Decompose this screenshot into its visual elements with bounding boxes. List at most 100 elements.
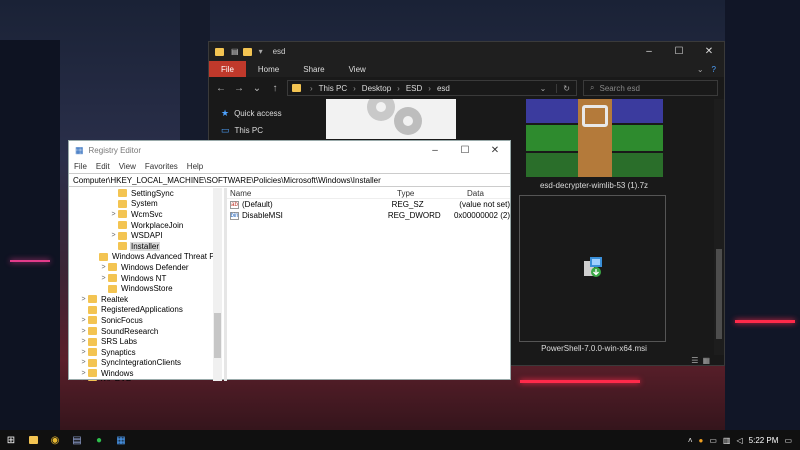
chevron-down-icon[interactable]: ▾ — [259, 47, 263, 56]
file-explorer-icon[interactable] — [22, 430, 44, 450]
breadcrumb-desktop[interactable]: Desktop — [362, 84, 391, 93]
registry-editor-taskbar-icon[interactable]: ▦ — [110, 430, 132, 450]
chevron-down-icon[interactable]: ⌄ — [251, 83, 263, 94]
tree-scrollbar[interactable] — [213, 188, 222, 381]
column-data[interactable]: Data — [467, 189, 510, 198]
column-type[interactable]: Type — [397, 189, 467, 198]
menu-file[interactable]: File — [74, 162, 87, 171]
tab-home[interactable]: Home — [246, 61, 291, 77]
chevron-right-icon[interactable]: > — [79, 380, 88, 381]
settings-gear-thumbnail[interactable] — [326, 93, 456, 139]
breadcrumb-esd[interactable]: esd — [437, 84, 450, 93]
menu-favorites[interactable]: Favorites — [145, 162, 178, 171]
tab-view[interactable]: View — [337, 61, 378, 77]
column-headers: Name Type Data — [227, 188, 510, 199]
up-arrow-icon[interactable]: ↑ — [269, 83, 281, 94]
column-name[interactable]: Name — [227, 189, 397, 198]
notifications-icon[interactable]: ▭ — [784, 436, 792, 445]
address-bar[interactable]: › This PC › Desktop › ESD › esd ⌄ ↻ — [287, 80, 577, 96]
minimize-button[interactable]: – — [420, 145, 450, 156]
maximize-button[interactable]: ☐ — [450, 145, 480, 156]
folder-icon — [292, 84, 301, 92]
chevron-right-icon[interactable]: > — [79, 359, 88, 366]
nav-item-quick-access[interactable]: ★ Quick access — [209, 105, 314, 122]
new-folder-icon[interactable] — [242, 47, 252, 56]
menu-edit[interactable]: Edit — [96, 162, 110, 171]
battery-icon[interactable]: ▭ — [709, 436, 717, 445]
menu-view[interactable]: View — [119, 162, 136, 171]
tree-item-label: System — [131, 199, 158, 209]
chevron-right-icon[interactable]: > — [79, 349, 88, 356]
chevron-right-icon[interactable]: > — [109, 211, 118, 218]
large-icons-view-icon[interactable]: ▦ — [702, 356, 710, 365]
tree-item[interactable]: > Realtek — [69, 294, 222, 305]
forward-arrow-icon[interactable]: → — [233, 83, 245, 94]
taskbar: ⊞ ◉ ▤ ● ▦ ˄ ● ▭ ▥ ◁ 5:22 PM ▭ — [0, 430, 800, 450]
properties-icon[interactable]: ▤ — [231, 47, 239, 56]
tree-item[interactable]: Windows Advanced Threat Prot — [69, 252, 222, 263]
tree-item[interactable]: SettingSync — [69, 188, 222, 199]
chevron-right-icon[interactable]: > — [99, 264, 108, 271]
tab-file[interactable]: File — [209, 61, 246, 77]
tree-item[interactable]: > SoundResearch — [69, 326, 222, 337]
volume-icon[interactable]: ◁ — [736, 436, 742, 445]
chevron-right-icon[interactable]: > — [79, 328, 88, 335]
tree-item[interactable]: > WSDAPI — [69, 230, 222, 241]
tab-share[interactable]: Share — [291, 61, 336, 77]
chevron-up-icon[interactable]: ˄ — [688, 436, 693, 445]
clock[interactable]: 5:22 PM — [749, 436, 779, 445]
breadcrumb-this-pc[interactable]: This PC — [319, 84, 347, 93]
tree-item[interactable]: > SyncIntegrationClients — [69, 358, 222, 369]
tree-item[interactable]: > Windows — [69, 368, 222, 379]
chevron-right-icon[interactable]: > — [79, 317, 88, 324]
tree-item[interactable]: > WcmSvc — [69, 209, 222, 220]
tree-item[interactable]: WindowsStore — [69, 283, 222, 294]
tree-item[interactable]: > WinRAR — [69, 379, 222, 381]
vpn-icon[interactable]: ● — [699, 436, 704, 445]
line-chat-icon[interactable]: ● — [88, 430, 110, 450]
tree-item[interactable]: System — [69, 199, 222, 210]
windows-start-icon[interactable]: ⊞ — [0, 430, 22, 450]
chevron-right-icon[interactable]: > — [79, 338, 88, 345]
tree-item[interactable]: WorkplaceJoin — [69, 220, 222, 231]
minimize-button[interactable]: – — [634, 46, 664, 57]
menu-help[interactable]: Help — [187, 162, 203, 171]
breadcrumb-esd-parent[interactable]: ESD — [406, 84, 422, 93]
folder-icon — [88, 379, 97, 381]
close-button[interactable]: ✕ — [694, 46, 724, 57]
folder-icon — [88, 295, 97, 304]
tree-item[interactable]: > Synaptics — [69, 347, 222, 358]
chevron-right-icon[interactable]: > — [79, 296, 88, 303]
chevron-right-icon[interactable]: > — [99, 275, 108, 282]
network-icon[interactable]: ▥ — [723, 436, 731, 445]
tree-item[interactable]: > SRS Labs — [69, 336, 222, 347]
close-button[interactable]: ✕ — [480, 145, 510, 156]
chevron-right-icon[interactable]: > — [109, 232, 118, 239]
vertical-scrollbar[interactable] — [714, 99, 724, 355]
refresh-icon[interactable]: ↻ — [556, 83, 576, 93]
chrome-icon[interactable]: ◉ — [44, 430, 66, 450]
tree-item[interactable]: RegisteredApplications — [69, 305, 222, 316]
chevron-down-icon[interactable]: ⌄ — [697, 65, 704, 74]
tree-item[interactable]: > Windows NT — [69, 273, 222, 284]
nav-item-this-pc[interactable]: ▭ This PC — [209, 122, 314, 139]
winrar-archive-icon[interactable] — [526, 99, 663, 177]
details-view-icon[interactable]: ☰ — [691, 356, 698, 365]
search-input[interactable]: ⌕ Search esd — [583, 80, 718, 96]
chevron-right-icon[interactable]: > — [79, 370, 88, 377]
file-tile-selected[interactable] — [519, 195, 666, 342]
chevron-down-icon[interactable]: ⌄ — [540, 84, 551, 93]
back-arrow-icon[interactable]: ← — [215, 83, 227, 94]
tree-item[interactable]: > SonicFocus — [69, 315, 222, 326]
table-row[interactable]: bin DisableMSI REG_DWORD 0x00000002 (2) — [227, 210, 510, 221]
help-icon[interactable]: ? — [712, 65, 716, 74]
tree-item[interactable]: Installer — [69, 241, 222, 252]
tree-item[interactable]: > Windows Defender — [69, 262, 222, 273]
table-row[interactable]: ab (Default) REG_SZ (value not set) — [227, 199, 510, 210]
registry-path-bar[interactable]: Computer\HKEY_LOCAL_MACHINE\SOFTWARE\Pol… — [69, 173, 510, 187]
tree-item-label: Windows — [101, 368, 134, 378]
file-name-label[interactable]: PowerShell-7.0.0-win-x64.msi — [514, 344, 674, 353]
notepad-icon[interactable]: ▤ — [66, 430, 88, 450]
maximize-button[interactable]: ☐ — [664, 46, 694, 57]
file-name-label[interactable]: esd-decrypter-wimlib-53 (1).7z — [514, 181, 674, 190]
